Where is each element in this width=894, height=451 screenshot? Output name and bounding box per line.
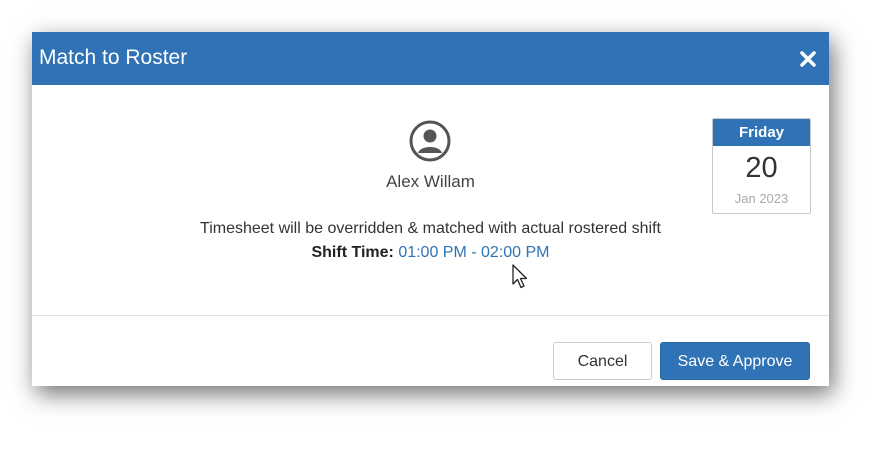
- calendar-month-year: Jan 2023: [734, 191, 789, 206]
- mouse-pointer-icon: [512, 264, 530, 290]
- employee-name: Alex Willam: [386, 172, 475, 191]
- shift-time-label: Shift Time:: [311, 244, 394, 261]
- footer-divider: [32, 315, 829, 316]
- dialog-title: Match to Roster: [39, 46, 188, 69]
- cancel-button[interactable]: Cancel: [553, 342, 652, 380]
- date-calendar-card: Friday 20 Jan 2023: [712, 118, 811, 214]
- close-icon[interactable]: [799, 50, 817, 68]
- user-circle-icon: [409, 120, 451, 162]
- override-message: Timesheet will be overridden & matched w…: [200, 220, 661, 237]
- match-to-roster-dialog: Match to Roster Alex Willam Timesheet wi…: [32, 32, 829, 386]
- shift-time-line: Shift Time: 01:00 PM - 02:00 PM: [32, 244, 829, 262]
- calendar-day: Friday: [713, 119, 810, 146]
- calendar-date: 20: [745, 152, 778, 184]
- dialog-header: Match to Roster: [32, 32, 829, 85]
- save-approve-button[interactable]: Save & Approve: [660, 342, 810, 380]
- shift-time-value: 01:00 PM - 02:00 PM: [398, 244, 550, 261]
